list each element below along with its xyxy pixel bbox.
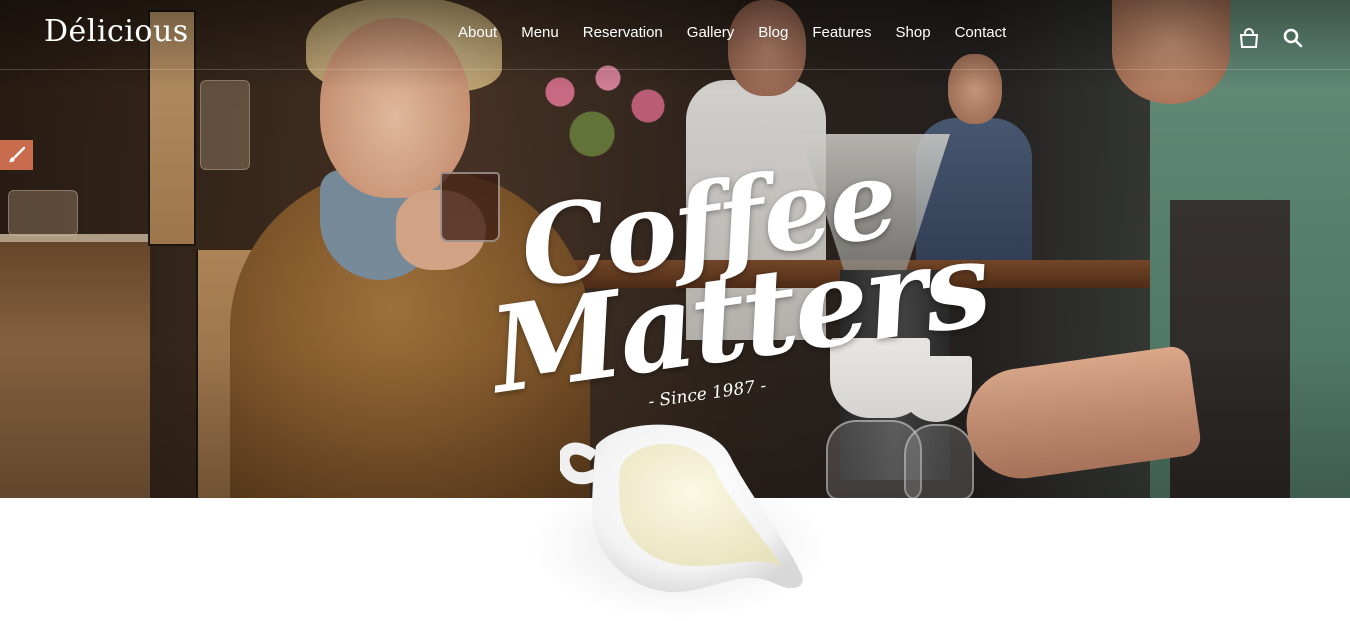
paintbrush-icon (8, 146, 25, 163)
search-icon[interactable] (1281, 26, 1305, 50)
nav-item-gallery[interactable]: Gallery (675, 22, 747, 43)
nav-item-about[interactable]: About (446, 22, 509, 43)
milk-jug-image (560, 424, 803, 593)
nav-item-contact[interactable]: Contact (943, 22, 1019, 43)
style-switcher-tab[interactable] (0, 140, 33, 170)
site-header: Délicious About Menu Reservation Gallery… (0, 0, 1350, 70)
nav-item-menu[interactable]: Menu (509, 22, 571, 43)
site-logo[interactable]: Délicious (44, 14, 189, 49)
nav-item-reservation[interactable]: Reservation (571, 22, 675, 43)
nav-item-features[interactable]: Features (800, 22, 883, 43)
shopping-bag-icon[interactable] (1237, 26, 1261, 50)
nav-item-shop[interactable]: Shop (884, 22, 943, 43)
nav-item-blog[interactable]: Blog (746, 22, 800, 43)
main-nav: About Menu Reservation Gallery Blog Feat… (446, 22, 1018, 43)
